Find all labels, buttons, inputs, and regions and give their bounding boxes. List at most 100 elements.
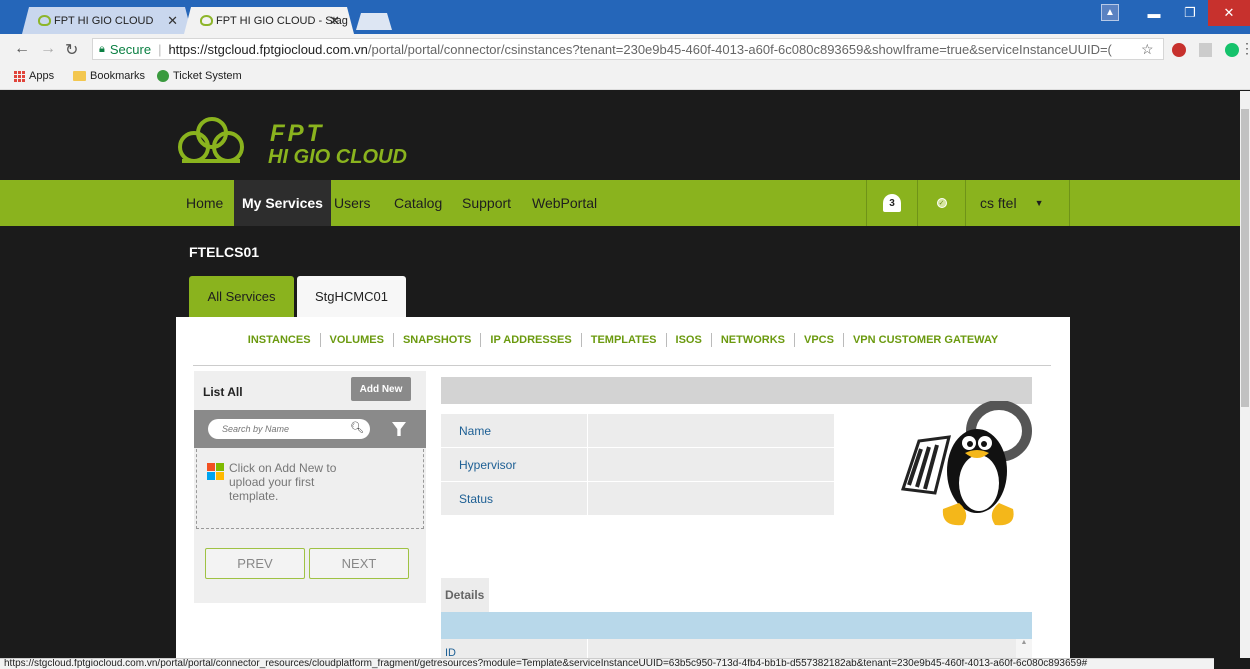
cloud-favicon-icon (200, 15, 213, 26)
minimize-button[interactable]: ▬ (1136, 0, 1172, 26)
notifications-button[interactable]: 3 (866, 180, 918, 226)
details-header-bar (441, 612, 1032, 639)
subnav-templates[interactable]: TEMPLATES (580, 333, 666, 347)
notification-count: 3 (889, 197, 895, 209)
menu-kebab-icon[interactable]: ⋮ (1240, 40, 1250, 57)
brand-fpt: FPT (270, 120, 324, 147)
field-value (587, 448, 834, 481)
grammarly-icon[interactable] (1225, 43, 1239, 57)
next-button[interactable]: NEXT (309, 548, 409, 579)
url-path: /portal/portal/connector/csinstances?ten… (367, 41, 1112, 57)
field-label: Status (459, 491, 494, 506)
prev-button[interactable]: PREV (205, 548, 305, 579)
subnav-vpn-customer-gateway[interactable]: VPN CUSTOMER GATEWAY (842, 333, 1007, 347)
browser-tab-2[interactable]: FPT HI GIO CLOUD - Stag ✕ (184, 7, 354, 34)
url-bar[interactable]: 🔒︎ Secure | https://stgcloud.fptgiocloud… (92, 38, 1164, 60)
nav-my-services[interactable]: My Services (234, 180, 331, 226)
lock-icon: 🔒︎ (99, 42, 105, 55)
pdf-extension-icon[interactable] (1199, 43, 1212, 57)
search-row: 🔍︎ (194, 410, 426, 448)
main-nav: Home My Services Users Catalog Support W… (0, 180, 1240, 226)
subnav-volumes[interactable]: VOLUMES (319, 333, 393, 347)
id-row: ID ▲ (441, 639, 1032, 658)
scrollbar-thumb[interactable] (1241, 109, 1249, 407)
bookmark-apps[interactable]: Apps (14, 70, 54, 82)
close-tab-icon[interactable]: ✕ (167, 13, 178, 29)
tab-all-services[interactable]: All Services (189, 276, 294, 317)
bell-icon: 3 (883, 194, 901, 212)
subnav-vpcs[interactable]: VPCS (793, 333, 843, 347)
nav-support[interactable]: Support (456, 180, 517, 226)
page-content: FPT HI GIO CLOUD Home My Services Users … (0, 91, 1240, 658)
list-title: List All (203, 385, 243, 399)
browser-tab-1[interactable]: FPT HI GIO CLOUD ✕ (22, 7, 192, 34)
close-tab-icon[interactable]: ✕ (329, 13, 340, 29)
subnav-snapshots[interactable]: SNAPSHOTS (392, 333, 480, 347)
star-icon[interactable]: ☆ (1141, 41, 1154, 58)
back-arrow-icon[interactable]: ← (14, 40, 30, 58)
divider (193, 365, 1051, 366)
bookmark-label: Apps (29, 70, 55, 82)
status-check-button[interactable]: ✓ (918, 180, 966, 226)
tab-stghcmc01[interactable]: StgHCMC01 (297, 276, 406, 317)
resource-subnav: INSTANCES VOLUMES SNAPSHOTS IP ADDRESSES… (176, 333, 1070, 347)
caret-down-icon: ▼ (1034, 198, 1044, 208)
adblock-icon[interactable] (1172, 43, 1186, 57)
bookmark-ticket-system[interactable]: Ticket System (157, 70, 242, 82)
field-label: Name (459, 423, 492, 438)
window-close-button[interactable]: ✕ (1208, 0, 1250, 26)
empty-message: Click on Add New to upload your first te… (229, 461, 337, 503)
search-icon[interactable]: 🔍︎ (350, 421, 364, 434)
tenant-name: FTELCS01 (189, 244, 260, 260)
user-menu[interactable]: cs ftel ▼ (966, 180, 1070, 226)
secure-label: Secure (109, 41, 152, 57)
field-value (587, 414, 834, 447)
nav-webportal[interactable]: WebPortal (526, 180, 603, 226)
subnav-instances[interactable]: INSTANCES (239, 333, 320, 347)
restore-button[interactable]: ❐ (1172, 0, 1208, 26)
nav-home[interactable]: Home (180, 180, 229, 226)
ticket-icon (157, 70, 169, 82)
brand-name: HI GIO CLOUD (268, 146, 407, 168)
bookmark-label: Bookmarks (90, 70, 146, 82)
apps-grid-icon (14, 70, 25, 82)
reload-icon[interactable]: ↻ (65, 40, 78, 60)
scroll-up-icon[interactable]: ▲ (1016, 639, 1032, 658)
page-scrollbar[interactable] (1240, 91, 1250, 658)
field-row: Status (441, 482, 834, 515)
brand-logo[interactable]: FPT HI GIO CLOUD (176, 115, 436, 176)
folder-icon (73, 71, 86, 81)
nav-users[interactable]: Users (328, 180, 377, 226)
tab-title: FPT HI GIO CLOUD - Stag (216, 14, 348, 27)
field-label: Hypervisor (459, 457, 517, 472)
cloud-favicon-icon (38, 15, 51, 26)
field-value (587, 482, 834, 515)
windows-logo-icon (207, 463, 224, 480)
url-separator: | (158, 41, 162, 57)
profile-icon[interactable]: ▲ (1101, 4, 1119, 21)
browser-tab-bar: FPT HI GIO CLOUD ✕ FPT HI GIO CLOUD - St… (0, 0, 1250, 34)
nav-catalog[interactable]: Catalog (388, 180, 448, 226)
subnav-ip-addresses[interactable]: IP ADDRESSES (480, 333, 580, 347)
field-row: Name (441, 414, 834, 447)
subnav-networks[interactable]: NETWORKS (710, 333, 794, 347)
filter-icon[interactable] (392, 422, 406, 436)
url-host: https://stgcloud.fptgiocloud.com.vn (168, 41, 368, 57)
empty-state: Click on Add New to upload your first te… (196, 449, 424, 529)
services-panel: INSTANCES VOLUMES SNAPSHOTS IP ADDRESSES… (176, 317, 1070, 658)
tab-title: FPT HI GIO CLOUD (54, 14, 154, 27)
subnav-isos[interactable]: ISOS (665, 333, 711, 347)
new-tab-button[interactable] (356, 13, 392, 30)
tab-details[interactable]: Details (441, 578, 489, 612)
bookmark-folder[interactable]: Bookmarks (73, 70, 145, 82)
detail-header (441, 377, 1032, 404)
cloud-logo-icon: FPT HI GIO CLOUD (178, 117, 407, 168)
bookmarks-bar: Apps Bookmarks Ticket System (0, 64, 1250, 90)
divider (587, 639, 588, 658)
forward-arrow-icon[interactable]: → (40, 40, 56, 58)
id-label: ID (445, 647, 456, 658)
template-list-panel: List All Add New 🔍︎ Click on Add New to … (194, 371, 426, 603)
search-input[interactable] (208, 419, 370, 439)
field-row: Hypervisor (441, 448, 834, 481)
add-new-button[interactable]: Add New (351, 377, 411, 401)
